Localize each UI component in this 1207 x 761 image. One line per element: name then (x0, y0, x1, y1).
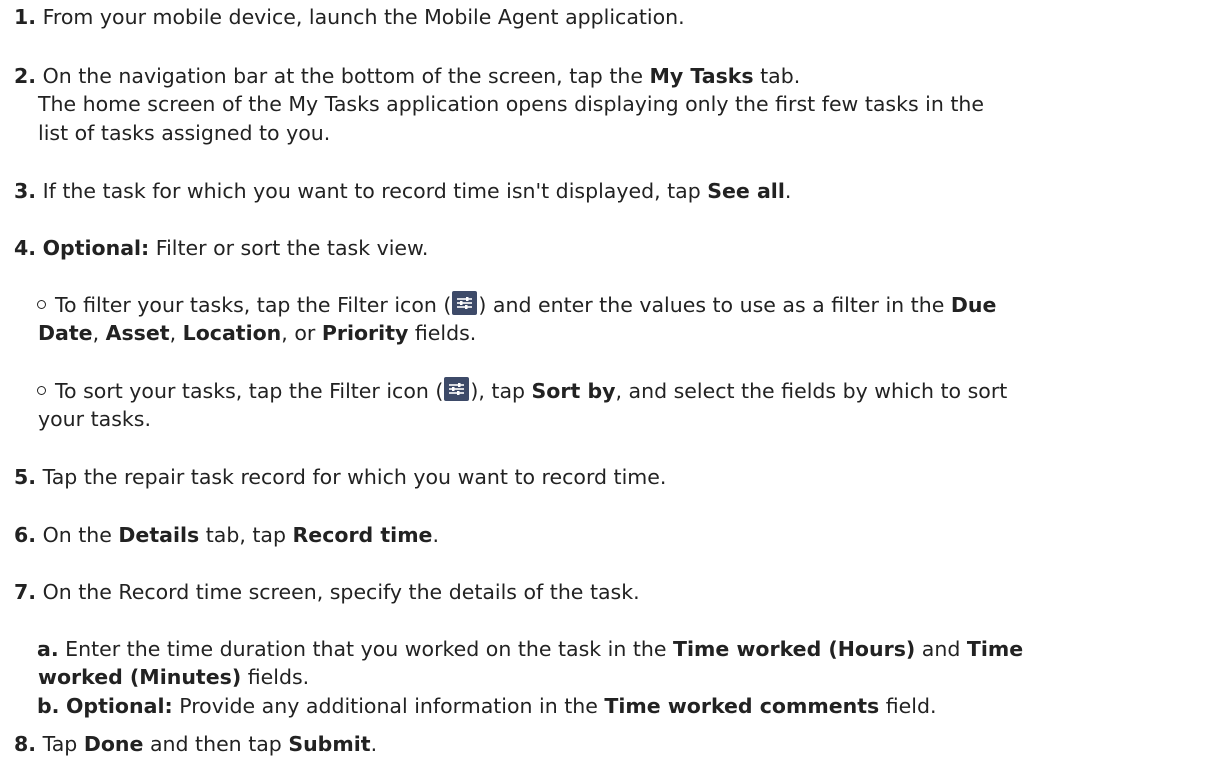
step-5: 5. Tap the repair task record for which … (14, 461, 666, 494)
step-6: 6. On the Details tab, tap Record time. (14, 523, 439, 547)
step-text: On the navigation bar at the bottom of t… (42, 64, 650, 88)
step-7-substep-b: b. Optional: Provide any additional info… (37, 694, 937, 718)
filter-icon (452, 291, 478, 315)
substep-letter: b. (37, 694, 60, 718)
step-1: 1. From your mobile device, launch the M… (14, 1, 685, 34)
bullet-icon (37, 386, 46, 395)
ui-term-see-all: See all (707, 179, 785, 203)
step-number: 2. (14, 64, 37, 88)
step-4: 4. Optional: Filter or sort the task vie… (14, 232, 428, 265)
step-8: 8. Tap Done and then tap Submit. (14, 732, 378, 756)
substep-letter: a. (37, 637, 59, 661)
ui-term-submit: Submit (288, 732, 371, 756)
step-number: 7. (14, 580, 37, 604)
step-2-result-line-2: list of tasks assigned to you. (38, 121, 331, 145)
filter-icon (444, 377, 470, 401)
step-text: Filter or sort the task view. (149, 236, 429, 260)
step-4-bullet-filter-line-2: Date, Asset, Location, or Priority field… (38, 321, 477, 345)
step-number: 5. (14, 465, 37, 489)
bullet-icon (37, 300, 46, 309)
step-text: From your mobile device, launch the Mobi… (42, 5, 685, 29)
optional-label: Optional: (42, 236, 150, 260)
step-4-bullet-sort: To sort your tasks, tap the Filter icon … (37, 375, 1007, 408)
step-number: 4. (14, 236, 37, 260)
ui-term-record-time: Record time (292, 523, 433, 547)
step-text: If the task for which you want to record… (42, 179, 708, 203)
step-number: 1. (14, 5, 37, 29)
step-number: 3. (14, 179, 37, 203)
step-7: 7. On the Record time screen, specify th… (14, 576, 640, 609)
step-text: On the Record time screen, specify the d… (42, 580, 640, 604)
optional-label: Optional: (66, 694, 173, 718)
step-number: 6. (14, 523, 37, 547)
step-4-bullet-sort-line-2: your tasks. (38, 407, 151, 431)
step-number: 8. (14, 732, 37, 756)
ui-term-my-tasks: My Tasks (649, 64, 754, 88)
step-text: Tap the repair task record for which you… (42, 465, 667, 489)
step-text: On the (42, 523, 119, 547)
ui-term-done: Done (83, 732, 144, 756)
ui-term-details: Details (118, 523, 200, 547)
step-text: Tap (42, 732, 84, 756)
step-3: 3. If the task for which you want to rec… (14, 179, 792, 203)
